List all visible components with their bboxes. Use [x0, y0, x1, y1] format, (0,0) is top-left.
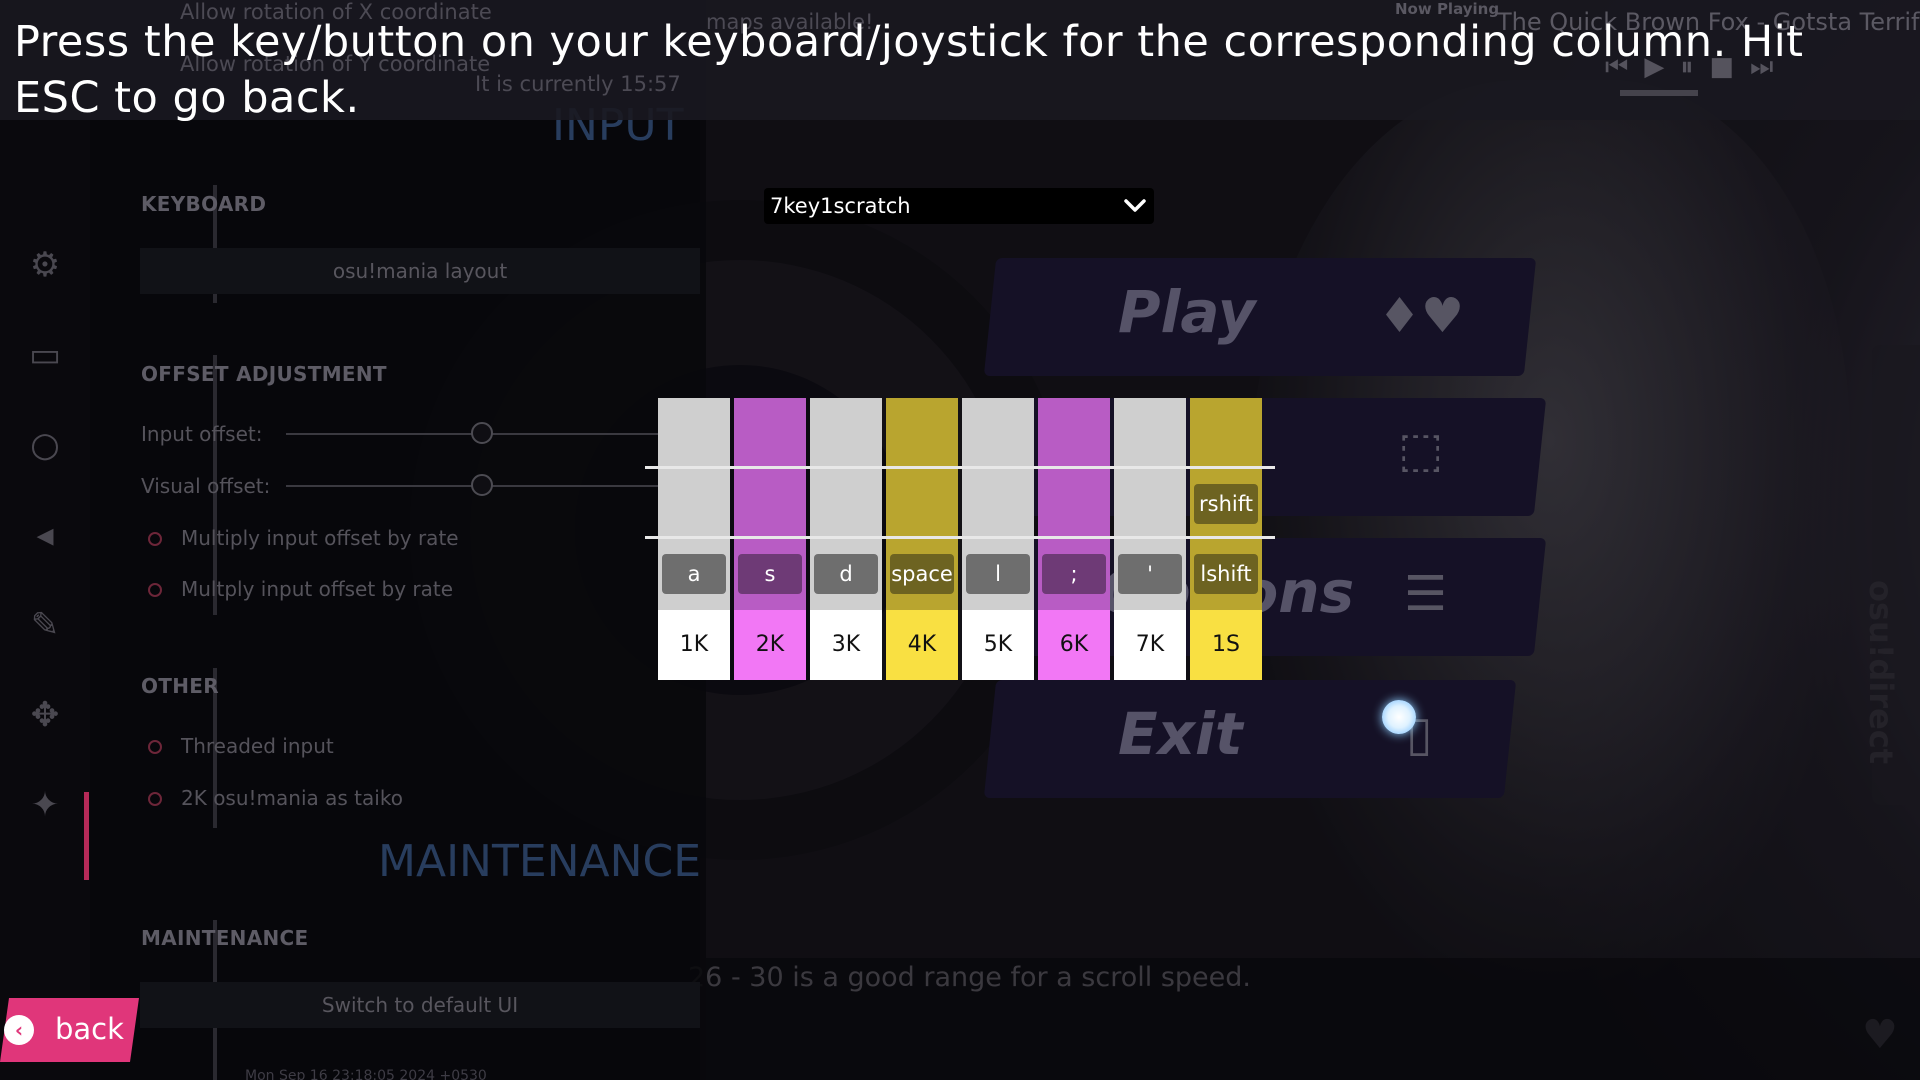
column-label[interactable]: 1S: [1190, 610, 1262, 680]
offset-section-title: OFFSET ADJUSTMENT: [141, 362, 387, 386]
column-label[interactable]: 2K: [734, 610, 806, 680]
multply-offset-checkbox[interactable]: [148, 583, 162, 597]
visual-offset-label: Visual offset:: [141, 474, 271, 498]
column-label[interactable]: 3K: [810, 610, 882, 680]
mania-layout-button[interactable]: osu!mania layout: [140, 248, 700, 294]
key-binding-chip[interactable]: d: [814, 554, 878, 594]
mouse-cursor: [1382, 700, 1416, 734]
bind-divider-top: [645, 466, 1275, 469]
brush-icon[interactable]: ✎: [22, 602, 68, 648]
key-binding-chip[interactable]: a: [662, 554, 726, 594]
default-ui-button[interactable]: Switch to default UI: [140, 982, 700, 1028]
settings-sidebar: ⚙ ▭ ○ ◂ ✎ ✥ ✦: [0, 120, 90, 1080]
column-label[interactable]: 6K: [1038, 610, 1110, 680]
circle-icon[interactable]: ○: [22, 422, 68, 468]
chevron-down-icon: [1122, 193, 1148, 219]
multiply-offset-checkbox[interactable]: [148, 532, 162, 546]
column-label[interactable]: 4K: [886, 610, 958, 680]
multiply-offset-label: Multiply input offset by rate: [181, 526, 459, 550]
column-label[interactable]: 5K: [962, 610, 1034, 680]
speaker-icon[interactable]: ◂: [22, 512, 68, 558]
threaded-input-label: Threaded input: [181, 734, 334, 758]
key-binding-chip[interactable]: l: [966, 554, 1030, 594]
bind-divider-bottom: [645, 536, 1275, 539]
gear-icon[interactable]: ⚙: [22, 242, 68, 288]
key-binding-chip[interactable]: ;: [1042, 554, 1106, 594]
key-binding-chip[interactable]: s: [738, 554, 802, 594]
visual-offset-knob[interactable]: [471, 474, 493, 496]
binding-prompt: Press the key/button on your keyboard/jo…: [14, 17, 1804, 123]
monitor-icon[interactable]: ▭: [22, 332, 68, 378]
other-section-title: OTHER: [141, 674, 219, 698]
build-date: Mon Sep 16 23:18:05 2024 +0530: [245, 1068, 487, 1080]
maintenance-section-title: MAINTENANCE: [141, 926, 309, 950]
column-label[interactable]: 7K: [1114, 610, 1186, 680]
options-panel: INPUT KEYBOARD osu!mania layout OFFSET A…: [90, 0, 706, 1080]
layout-dropdown-value: 7key1scratch: [770, 194, 911, 218]
back-label: back: [55, 1012, 124, 1046]
taiko-checkbox[interactable]: [148, 792, 162, 806]
key-binding-chip[interactable]: space: [890, 554, 954, 594]
sidebar-active-indicator: [84, 792, 89, 880]
key-binding-chip[interactable]: ': [1118, 554, 1182, 594]
chevron-left-icon: ‹: [4, 1015, 34, 1045]
gamepad-icon[interactable]: ✥: [22, 692, 68, 738]
wrench-icon[interactable]: ✦: [22, 782, 68, 828]
maintenance-heading: MAINTENANCE: [378, 836, 702, 887]
keyboard-section-title: KEYBOARD: [141, 192, 267, 216]
key-binding-chip[interactable]: lshift: [1194, 554, 1258, 594]
multply-offset-label: Multply input offset by rate: [181, 577, 454, 601]
input-offset-knob[interactable]: [471, 422, 493, 444]
taiko-label: 2K osu!mania as taiko: [181, 786, 403, 810]
input-offset-label: Input offset:: [141, 422, 263, 446]
column-label[interactable]: 1K: [658, 610, 730, 680]
threaded-input-checkbox[interactable]: [148, 740, 162, 754]
layout-dropdown[interactable]: 7key1scratch: [764, 188, 1154, 224]
secondary-key-binding-chip[interactable]: rshift: [1194, 484, 1258, 524]
